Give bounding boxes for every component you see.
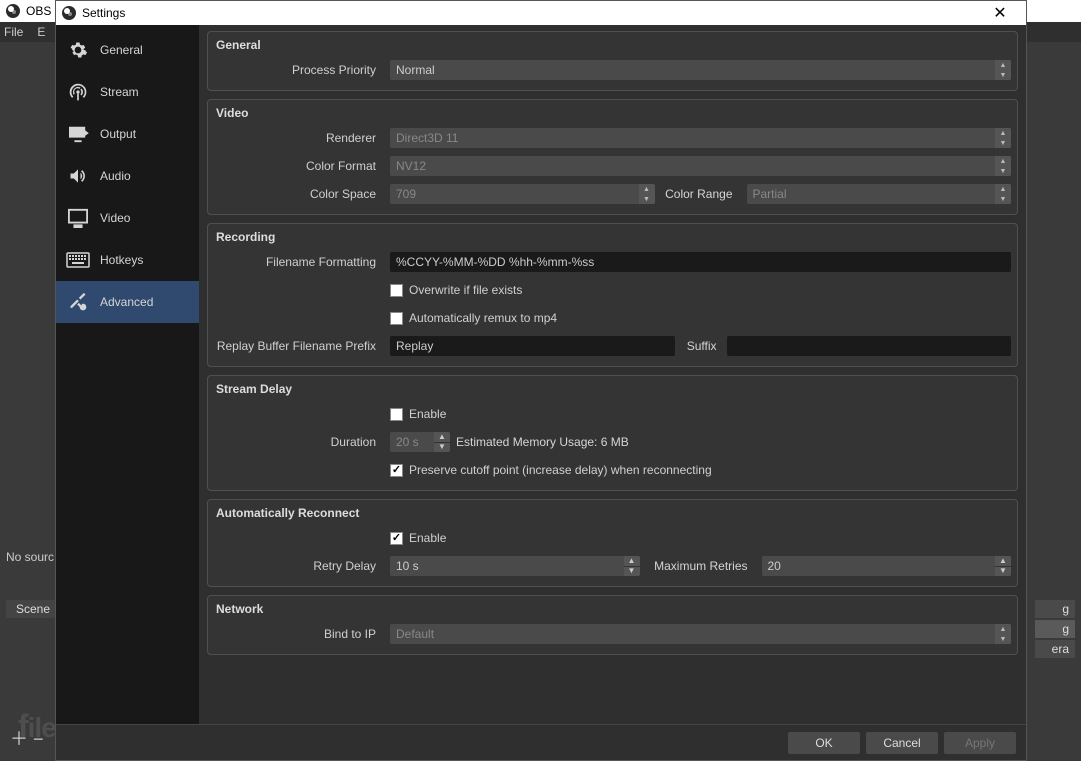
sidebar-item-label: Hotkeys: [100, 253, 143, 267]
color-format-label: Color Format: [214, 159, 384, 173]
tools-icon: [66, 291, 90, 313]
retry-delay-input[interactable]: 10 s▲▼: [390, 556, 640, 576]
right-btn-1[interactable]: g: [1035, 620, 1075, 638]
sidebar-item-audio[interactable]: Audio: [56, 155, 199, 197]
group-video: Video Renderer Direct3D 11▲▼ Color Forma…: [207, 99, 1018, 215]
right-buttons: g g era: [1035, 600, 1075, 658]
sidebar-item-label: Output: [100, 127, 136, 141]
color-format-combo[interactable]: NV12▲▼: [390, 156, 1011, 176]
remux-checkbox[interactable]: Automatically remux to mp4: [390, 311, 557, 325]
group-title: Stream Delay: [214, 380, 1011, 402]
bind-ip-combo[interactable]: Default▲▼: [390, 624, 1011, 644]
overwrite-checkbox[interactable]: Overwrite if file exists: [390, 283, 522, 297]
keyboard-icon: [66, 249, 90, 271]
no-sources-label: No sourc: [6, 550, 54, 564]
group-title: General: [214, 36, 1011, 58]
color-space-label: Color Space: [214, 187, 384, 201]
sidebar-item-stream[interactable]: Stream: [56, 71, 199, 113]
sidebar-item-label: Stream: [100, 85, 139, 99]
settings-content: General Process Priority Normal▲▼ Video …: [199, 25, 1026, 724]
renderer-combo[interactable]: Direct3D 11▲▼: [390, 128, 1011, 148]
preserve-cutoff-checkbox[interactable]: Preserve cutoff point (increase delay) w…: [390, 463, 712, 477]
antenna-icon: [66, 81, 90, 103]
sidebar-item-output[interactable]: Output: [56, 113, 199, 155]
group-title: Recording: [214, 228, 1011, 250]
reconnect-enable-checkbox[interactable]: Enable: [390, 531, 446, 545]
sidebar-item-label: Video: [100, 211, 130, 225]
sidebar-item-general[interactable]: General: [56, 29, 199, 71]
monitor-icon: [66, 207, 90, 229]
settings-dialog: Settings ✕ General Stream Output Audio: [55, 0, 1027, 761]
suffix-input[interactable]: [727, 336, 1012, 356]
sidebar-item-label: Advanced: [100, 295, 153, 309]
duration-input[interactable]: 20 s▲▼: [390, 432, 450, 452]
settings-footer: OK Cancel Apply: [56, 724, 1026, 760]
right-btn-0[interactable]: g: [1035, 600, 1075, 618]
group-title: Video: [214, 104, 1011, 126]
menu-file[interactable]: File: [4, 25, 23, 39]
retry-delay-label: Retry Delay: [214, 559, 384, 573]
color-range-combo[interactable]: Partial▲▼: [747, 184, 1012, 204]
max-retries-label: Maximum Retries: [646, 559, 756, 573]
settings-sidebar: General Stream Output Audio Video Hotkey…: [56, 25, 199, 724]
output-icon: [66, 123, 90, 145]
apply-button[interactable]: Apply: [944, 732, 1016, 754]
max-retries-input[interactable]: 20▲▼: [762, 556, 1012, 576]
process-priority-combo[interactable]: Normal▲▼: [390, 60, 1011, 80]
sidebar-item-hotkeys[interactable]: Hotkeys: [56, 239, 199, 281]
replay-prefix-input[interactable]: Replay: [390, 336, 675, 356]
speaker-icon: [66, 165, 90, 187]
color-space-combo[interactable]: 709▲▼: [390, 184, 655, 204]
scene-label[interactable]: Scene: [6, 600, 60, 618]
cancel-button[interactable]: Cancel: [866, 732, 938, 754]
group-title: Network: [214, 600, 1011, 622]
group-network: Network Bind to IP Default▲▼: [207, 595, 1018, 655]
obs-icon: [62, 6, 76, 20]
sidebar-item-advanced[interactable]: Advanced: [56, 281, 199, 323]
stream-delay-enable-checkbox[interactable]: Enable: [390, 407, 446, 421]
bind-ip-label: Bind to IP: [214, 627, 384, 641]
settings-title: Settings: [82, 6, 125, 20]
filename-formatting-input[interactable]: %CCYY-%MM-%DD %hh-%mm-%ss: [390, 252, 1011, 272]
filename-formatting-label: Filename Formatting: [214, 255, 384, 269]
close-icon[interactable]: ✕: [980, 3, 1020, 23]
replay-prefix-label: Replay Buffer Filename Prefix: [214, 339, 384, 353]
main-title: OBS: [26, 4, 51, 18]
obs-icon: [6, 4, 20, 18]
process-priority-label: Process Priority: [214, 63, 384, 77]
group-stream-delay: Stream Delay Enable Duration 20 s▲▼ Esti…: [207, 375, 1018, 491]
suffix-label: Suffix: [681, 339, 721, 353]
settings-titlebar: Settings ✕: [56, 1, 1026, 25]
group-auto-reconnect: Automatically Reconnect Enable Retry Del…: [207, 499, 1018, 587]
sidebar-item-label: Audio: [100, 169, 131, 183]
right-btn-2[interactable]: era: [1035, 640, 1075, 658]
group-recording: Recording Filename Formatting %CCYY-%MM-…: [207, 223, 1018, 367]
gear-icon: [66, 39, 90, 61]
group-general: General Process Priority Normal▲▼: [207, 31, 1018, 91]
ok-button[interactable]: OK: [788, 732, 860, 754]
sidebar-item-video[interactable]: Video: [56, 197, 199, 239]
menu-edit[interactable]: E: [37, 25, 45, 39]
renderer-label: Renderer: [214, 131, 384, 145]
group-title: Automatically Reconnect: [214, 504, 1011, 526]
color-range-label: Color Range: [661, 187, 741, 201]
sidebar-item-label: General: [100, 43, 143, 57]
estimated-memory-label: Estimated Memory Usage: 6 MB: [456, 435, 629, 449]
duration-label: Duration: [214, 435, 384, 449]
